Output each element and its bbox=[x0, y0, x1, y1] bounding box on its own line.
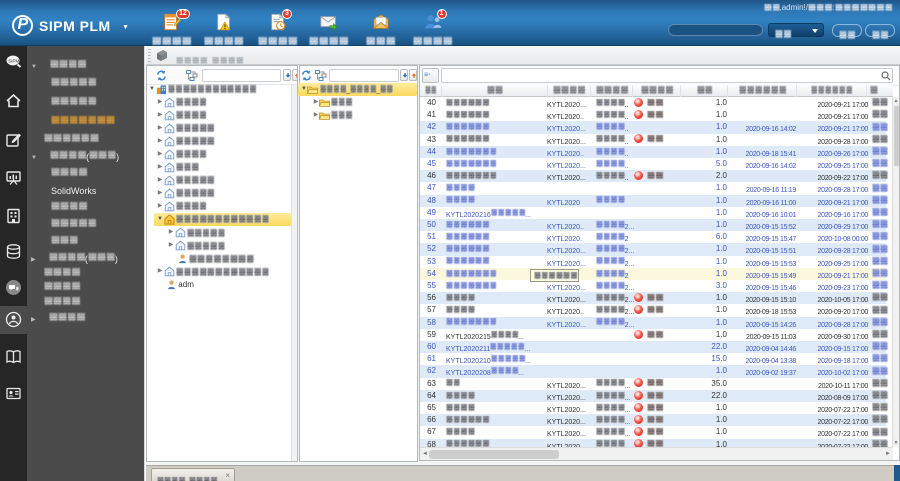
svg-text:SIPM: SIPM bbox=[8, 59, 19, 64]
